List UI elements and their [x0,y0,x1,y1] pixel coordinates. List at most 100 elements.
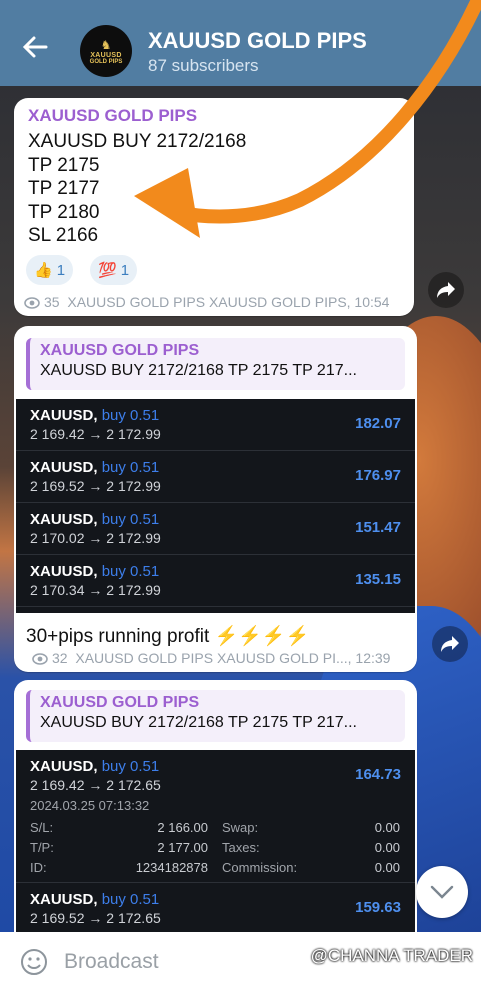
broadcast-input[interactable]: Broadcast [64,950,159,974]
message-line: TP 2177 [28,178,100,199]
trade-screenshot[interactable]: XAUUSD, buy 0.51 2 169.42 → 2 172.65 164… [16,750,415,940]
trade-prices: 2 169.42 → 2 172.99 [30,426,161,442]
avatar-text-2: GOLD PIPS [89,58,123,65]
reply-preview[interactable]: XAUUSD GOLD PIPS XAUUSD BUY 2172/2168 TP… [26,690,405,742]
emoji-icon[interactable] [20,948,48,976]
symbol: XAUUSD, [30,459,98,476]
swap-value: 0.00 [374,820,400,835]
reply-text: XAUUSD BUY 2172/2168 TP 2175 TP 217... [40,714,357,731]
trade-profit: 135.15 [355,571,401,588]
symbol: XAUUSD, [30,758,98,775]
trade-symbol: XAUUSD, buy 0.51 [30,511,159,528]
hundred-emoji: 💯 [98,262,117,279]
reply-author: XAUUSD GOLD PIPS [40,694,200,711]
trade-profit: 182.07 [355,415,401,432]
trade-date: 2024.03.25 07:13:32 [30,798,150,813]
trade-symbol: XAUUSD, buy 0.51 [30,563,159,580]
channel-avatar[interactable]: ♞ XAUUSD GOLD PIPS [80,25,132,77]
trade-symbol: XAUUSD, buy 0.51 [30,891,159,908]
chevron-down-icon [430,885,454,899]
message-text: XAUUSD BUY 2172/2168 TP 2175 TP 2177 TP … [28,130,246,248]
symbol: XAUUSD, [30,511,98,528]
trade-row: XAUUSD, buy 0.51 2 169.52 → 2 172.65 159… [16,883,415,935]
trade-profit: 164.73 [355,766,401,783]
reply-author: XAUUSD GOLD PIPS [40,342,200,359]
sl-value: 2 166.00 [157,820,208,835]
message-meta: 32 XAUUSD GOLD PIPS XAUUSD GOLD PI..., 1… [32,650,390,666]
avatar-text-1: XAUUSD [90,51,122,59]
commission-value: 0.00 [374,860,400,875]
trade-symbol: XAUUSD, buy 0.51 [30,407,159,424]
trade-side: buy 0.51 [101,459,160,476]
trade-symbol: XAUUSD, buy 0.51 [30,758,159,775]
message-bubble-2[interactable]: XAUUSD GOLD PIPS XAUUSD BUY 2172/2168 TP… [14,326,417,672]
reply-preview[interactable]: XAUUSD GOLD PIPS XAUUSD BUY 2172/2168 TP… [26,338,405,390]
reaction-count: 1 [56,261,66,279]
back-arrow-icon[interactable] [20,32,50,62]
forward-icon [441,636,459,652]
view-count: 35 [44,294,60,310]
message-author: XAUUSD GOLD PIPS [28,106,198,125]
message-line: TP 2175 [28,154,100,176]
trade-side: buy 0.51 [101,758,160,775]
message-line: SL 2166 [28,225,99,246]
taxes-value: 0.00 [374,840,400,855]
symbol: XAUUSD, [30,407,98,424]
channel-title[interactable]: XAUUSD GOLD PIPS [148,28,367,54]
message-meta: 35 XAUUSD GOLD PIPS XAUUSD GOLD PIPS, 10… [24,294,389,310]
symbol: XAUUSD, [30,891,98,908]
trade-row: XAUUSD, buy 0.51 2 169.52 → 2 172.99 176… [16,451,415,503]
subscriber-count: 87 subscribers [148,56,259,75]
thumbs-up-emoji: 👍 [34,262,53,279]
symbol: XAUUSD, [30,563,98,580]
reaction-hundred[interactable]: 💯 1 [90,255,138,285]
reaction-count: 1 [120,261,130,279]
view-count: 32 [52,650,68,666]
taxes-label: Taxes: [222,840,260,855]
trade-prices: 2 170.02 → 2 172.99 [30,530,161,546]
id-label: ID: [30,860,47,875]
message-bubble-3[interactable]: XAUUSD GOLD PIPS XAUUSD BUY 2172/2168 TP… [14,680,417,940]
trade-side: buy 0.51 [101,511,160,528]
tp-value: 2 177.00 [157,840,208,855]
message-bubble-1[interactable]: XAUUSD GOLD PIPS XAUUSD BUY 2172/2168 TP… [14,98,414,316]
reply-text: XAUUSD BUY 2172/2168 TP 2175 TP 217... [40,362,357,379]
trade-prices: 2 170.34 → 2 172.99 [30,582,161,598]
trade-profit: 159.63 [355,899,401,916]
views-icon [32,653,48,665]
trade-side: buy 0.51 [101,563,160,580]
status-bar [0,0,481,10]
forward-button[interactable] [428,272,464,308]
message-caption: 30+pips running profit ⚡⚡⚡⚡ [26,626,310,647]
watermark: @CHANNA TRADER [310,946,473,965]
trade-row: XAUUSD, buy 0.51 2 170.02 → 2 172.99 151… [16,503,415,555]
trade-prices: 2 169.52 → 2 172.65 [30,910,161,926]
message-signature: XAUUSD GOLD PIPS XAUUSD GOLD PIPS, 10:54 [67,294,390,310]
trade-symbol: XAUUSD, buy 0.51 [30,459,159,476]
chat-header: ♞ XAUUSD GOLD PIPS XAUUSD GOLD PIPS 87 s… [0,10,481,86]
views-icon [24,297,40,309]
tp-label: T/P: [30,840,54,855]
id-value: 1234182878 [135,860,208,875]
commission-label: Commission: [222,860,298,875]
message-line: XAUUSD BUY 2172/2168 [28,131,247,152]
forward-icon [437,282,455,298]
scroll-down-button[interactable] [416,866,468,918]
message-signature: XAUUSD GOLD PIPS XAUUSD GOLD PI..., 12:3… [75,650,391,666]
message-line: TP 2180 [28,201,100,223]
trade-side: buy 0.51 [101,407,160,424]
trade-row: XAUUSD, buy 0.51 2 170.34 → 2 172.99 135… [16,555,415,607]
sl-label: S/L: [30,820,54,835]
trade-row-expanded: XAUUSD, buy 0.51 2 169.42 → 2 172.65 164… [16,750,415,883]
trade-screenshot[interactable]: XAUUSD, buy 0.51 2 169.42 → 2 172.99 182… [16,399,415,613]
swap-label: Swap: [222,820,259,835]
input-bar: Broadcast @CHANNA TRADER [0,932,481,990]
trade-profit: 151.47 [355,519,401,536]
reaction-thumbs-up[interactable]: 👍 1 [26,255,74,285]
trade-prices: 2 169.52 → 2 172.99 [30,478,161,494]
trade-row: XAUUSD, buy 0.51 2 169.42 → 2 172.99 182… [16,399,415,451]
trade-side: buy 0.51 [101,891,160,908]
forward-button[interactable] [432,626,468,662]
trade-prices: 2 169.42 → 2 172.65 [30,777,161,793]
trade-profit: 176.97 [355,467,401,484]
